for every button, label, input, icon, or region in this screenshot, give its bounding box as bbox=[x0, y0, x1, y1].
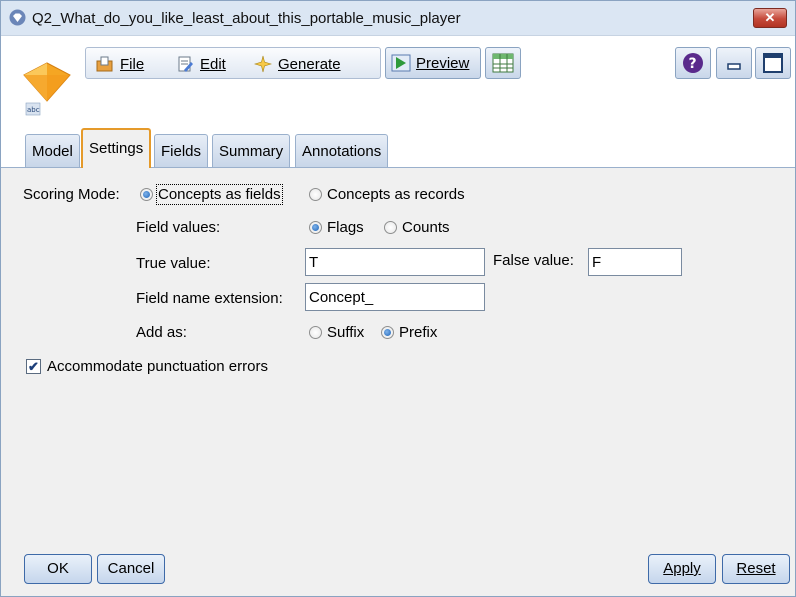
edit-menu-label: Edit bbox=[200, 55, 226, 73]
node-caption: abc bbox=[27, 106, 40, 114]
radio-dot bbox=[309, 326, 322, 339]
radio-suffix[interactable]: Suffix bbox=[309, 324, 364, 341]
maximize-icon bbox=[763, 53, 783, 73]
field-values-label: Field values: bbox=[136, 219, 221, 236]
generate-menu-label: Generate bbox=[278, 55, 341, 73]
false-value-input[interactable] bbox=[588, 248, 682, 276]
close-button[interactable]: ✕ bbox=[753, 8, 787, 28]
add-as-label: Add as: bbox=[136, 324, 187, 341]
generate-sparkle-icon bbox=[254, 55, 272, 73]
minimize-button[interactable] bbox=[716, 47, 752, 79]
radio-counts[interactable]: Counts bbox=[384, 219, 450, 236]
tab-summary[interactable]: Summary bbox=[212, 134, 291, 168]
radio-label: Concepts as fields bbox=[156, 184, 283, 205]
title-bar: Q2_What_do_you_like_least_about_this_por… bbox=[1, 1, 795, 36]
accommodate-punctuation-checkbox[interactable]: ✔ Accommodate punctuation errors bbox=[26, 358, 268, 375]
reset-label: Reset bbox=[736, 560, 776, 577]
radio-dot bbox=[384, 221, 397, 234]
tab-fields[interactable]: Fields bbox=[154, 134, 209, 168]
radio-label: Suffix bbox=[327, 324, 365, 341]
apply-label: Apply bbox=[663, 560, 701, 577]
radio-concepts-as-fields[interactable]: Concepts as fields bbox=[140, 184, 283, 205]
radio-prefix[interactable]: Prefix bbox=[381, 324, 437, 341]
minimize-icon bbox=[727, 63, 741, 70]
file-folder-icon bbox=[96, 56, 113, 72]
apply-button[interactable]: Apply bbox=[648, 554, 716, 584]
preview-button[interactable]: Preview bbox=[385, 47, 481, 79]
true-value-label: True value: bbox=[136, 255, 211, 272]
generate-menu[interactable]: Generate bbox=[254, 54, 341, 74]
file-menu-label: File bbox=[120, 55, 145, 73]
menu-bar: File Edit Generate bbox=[85, 47, 381, 79]
false-value-label: False value: bbox=[493, 252, 574, 269]
table-grid-icon bbox=[492, 53, 514, 73]
window-title: Q2_What_do_you_like_least_about_this_por… bbox=[32, 10, 461, 27]
preview-label: Preview bbox=[416, 54, 470, 72]
edit-page-icon bbox=[178, 56, 193, 72]
true-value-input[interactable] bbox=[305, 248, 485, 276]
field-name-extension-label: Field name extension: bbox=[136, 290, 283, 307]
help-question-icon: ? bbox=[683, 53, 703, 73]
text-mining-model-icon: abc bbox=[23, 62, 71, 116]
tab-bar: Model Settings Fields Summary Annotation… bbox=[1, 126, 795, 168]
field-name-extension-input[interactable] bbox=[305, 283, 485, 311]
tab-settings[interactable]: Settings bbox=[81, 128, 152, 168]
gem-icon bbox=[9, 9, 26, 26]
reset-button[interactable]: Reset bbox=[722, 554, 790, 584]
radio-dot bbox=[309, 221, 322, 234]
checkmark-icon: ✔ bbox=[26, 359, 41, 374]
radio-flags[interactable]: Flags bbox=[309, 219, 364, 236]
preview-play-icon bbox=[391, 54, 411, 72]
tab-annotations[interactable]: Annotations bbox=[295, 134, 389, 168]
radio-label: Counts bbox=[402, 219, 450, 236]
cancel-button[interactable]: Cancel bbox=[97, 554, 165, 584]
edit-menu[interactable]: Edit bbox=[176, 54, 226, 74]
radio-dot bbox=[309, 188, 322, 201]
svg-text:?: ? bbox=[689, 56, 697, 72]
ok-button[interactable]: OK bbox=[24, 554, 92, 584]
accommodate-punctuation-label: Accommodate punctuation errors bbox=[47, 358, 268, 375]
help-button[interactable]: ? bbox=[675, 47, 711, 79]
radio-dot bbox=[381, 326, 394, 339]
header-area: abc File Edit Generate Preview ? bbox=[1, 36, 795, 126]
maximize-button[interactable] bbox=[755, 47, 791, 79]
table-output-button[interactable] bbox=[485, 47, 521, 79]
file-menu[interactable]: File bbox=[96, 54, 144, 74]
radio-label: Flags bbox=[327, 219, 364, 236]
scoring-mode-label: Scoring Mode: bbox=[23, 186, 120, 203]
tab-model[interactable]: Model bbox=[25, 134, 80, 168]
radio-label: Concepts as records bbox=[327, 186, 465, 203]
radio-concepts-as-records[interactable]: Concepts as records bbox=[309, 186, 465, 203]
radio-label: Prefix bbox=[399, 324, 438, 341]
settings-panel: Scoring Mode: Concepts as fields Concept… bbox=[1, 168, 795, 596]
radio-dot bbox=[140, 188, 153, 201]
dialog-window: Q2_What_do_you_like_least_about_this_por… bbox=[0, 0, 796, 597]
